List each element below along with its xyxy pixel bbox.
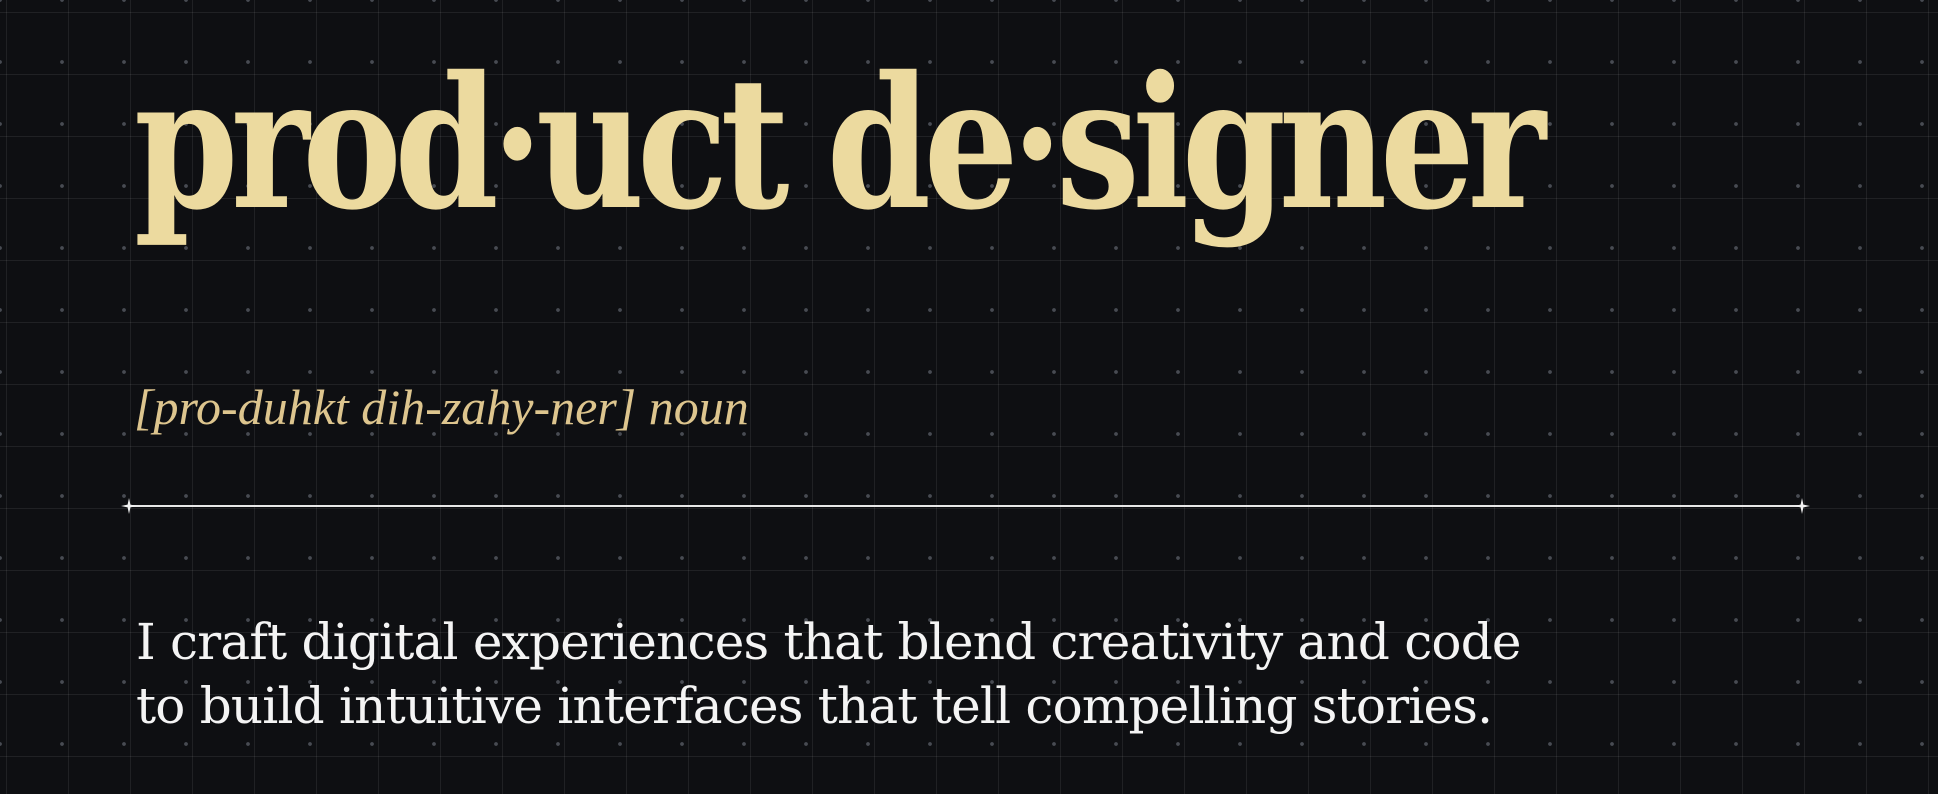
page-title: prod·uct de·signer (134, 36, 1546, 250)
sparkle-icon (121, 498, 137, 514)
intro-text-line: to build intuitive interfaces that tell … (136, 677, 1493, 735)
pronunciation-label: [pro-duhkt dih-zahy-ner] noun (134, 379, 749, 435)
sparkle-icon (1794, 498, 1810, 514)
divider-line (128, 505, 1802, 507)
intro-text: I craft digital experiences that blend c… (136, 610, 1696, 738)
intro-text-line: I craft digital experiences that blend c… (136, 613, 1522, 671)
hero-section: prod·uct de·signer [pro-duhkt dih-zahy-n… (0, 0, 1938, 794)
